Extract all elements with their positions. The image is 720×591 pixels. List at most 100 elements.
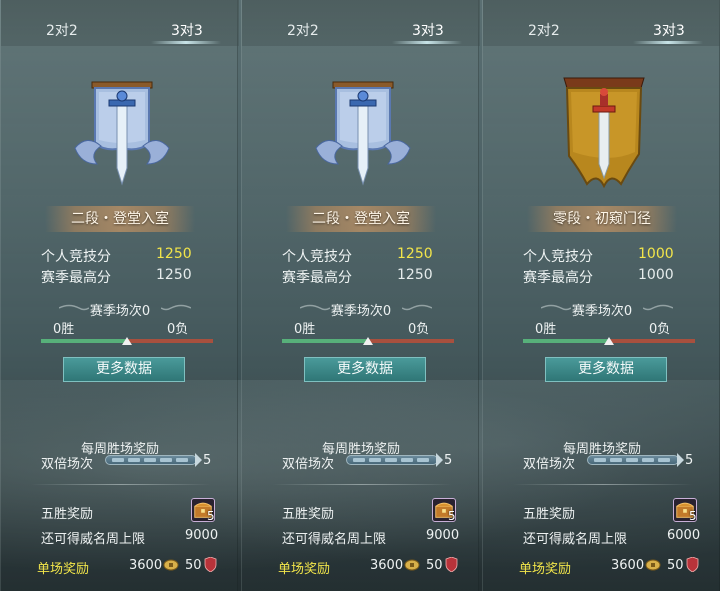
double-bar-segment: [401, 458, 413, 462]
single-match-honor: 50: [667, 558, 684, 573]
rank-emblem-icon: [315, 81, 411, 186]
wins-count: 0胜: [535, 322, 557, 337]
personal-score-value: 1250: [397, 246, 433, 262]
season-high-value: 1000: [638, 267, 674, 283]
five-win-reward-count: 5: [689, 509, 697, 523]
personal-score-label: 个人竞技分: [282, 249, 352, 265]
single-match-honor: 50: [185, 558, 202, 573]
ornament-right-icon: [643, 304, 673, 311]
double-matches-label: 双倍场次: [523, 457, 576, 472]
double-bar-segment: [160, 458, 172, 462]
double-matches-count: 5: [203, 453, 212, 468]
double-bar-segment: [385, 458, 397, 462]
season-high-value: 1250: [397, 267, 433, 283]
double-matches-bar: [346, 455, 438, 465]
divider: [513, 484, 693, 485]
ornament-right-icon: [402, 304, 432, 311]
weekly-limit-value: 9000: [426, 528, 460, 543]
rank-title: 二段・登堂入室: [286, 206, 436, 232]
mode-tabs: 2对2 3对3: [1, 0, 239, 46]
single-match-reward-label: 单场奖励: [278, 562, 331, 577]
rank-emblem-icon: [74, 81, 170, 186]
tab-2v2[interactable]: 2对2: [46, 20, 78, 40]
win-ratio-fill: [282, 339, 368, 343]
weekly-limit-value: 9000: [185, 528, 219, 543]
ratio-marker-icon: [122, 337, 132, 345]
coin-icon: [645, 559, 661, 571]
double-bar-segment: [610, 458, 622, 462]
mode-tabs: 2对2 3对3: [242, 0, 480, 46]
single-match-reward-label: 单场奖励: [37, 562, 90, 577]
divider: [31, 484, 211, 485]
tab-3v3[interactable]: 3对3: [171, 20, 203, 40]
tab-3v3[interactable]: 3对3: [412, 20, 444, 40]
double-bar-segment: [176, 458, 188, 462]
rank-title: 二段・登堂入室: [45, 206, 195, 232]
single-match-coins: 3600: [611, 558, 645, 573]
five-win-reward-label: 五胜奖励: [41, 507, 94, 522]
coin-icon: [404, 559, 420, 571]
double-bar-segment: [626, 458, 638, 462]
five-win-reward-count: 5: [448, 509, 456, 523]
honor-shield-icon: [686, 557, 699, 572]
loss-ratio-fill: [609, 339, 695, 343]
double-matches-label: 双倍场次: [282, 457, 335, 472]
arena-panel-1: 2对2 3对3 二段・登堂入室 个人竞技分 1250 赛季最高分 1250 赛季…: [0, 0, 239, 591]
season-high-label: 赛季最高分: [523, 270, 593, 286]
tab-3v3[interactable]: 3对3: [653, 20, 685, 40]
mode-tabs: 2对2 3对3: [483, 0, 720, 46]
double-matches-count: 5: [685, 453, 694, 468]
double-matches-bar: [105, 455, 197, 465]
double-bar-segment: [594, 458, 606, 462]
ratio-marker-icon: [363, 337, 373, 345]
season-high-label: 赛季最高分: [282, 270, 352, 286]
arrow-right-icon: [195, 453, 202, 467]
losses-count: 0负: [649, 322, 671, 337]
season-matches: 赛季场次0: [330, 304, 392, 319]
divider: [272, 484, 452, 485]
more-data-button[interactable]: 更多数据: [63, 357, 185, 382]
weekly-limit-value: 6000: [667, 528, 701, 543]
active-tab-indicator: [151, 41, 221, 44]
honor-shield-icon: [445, 557, 458, 572]
season-matches: 赛季场次0: [89, 304, 151, 319]
five-win-reward-label: 五胜奖励: [282, 507, 335, 522]
double-matches-label: 双倍场次: [41, 457, 94, 472]
personal-score-label: 个人竞技分: [41, 249, 111, 265]
ornament-right-icon: [161, 304, 191, 311]
tab-2v2[interactable]: 2对2: [287, 20, 319, 40]
active-tab-indicator: [633, 41, 703, 44]
wins-count: 0胜: [294, 322, 316, 337]
double-matches-count: 5: [444, 453, 453, 468]
arrow-right-icon: [436, 453, 443, 467]
active-tab-indicator: [392, 41, 462, 44]
single-match-honor: 50: [426, 558, 443, 573]
honor-shield-icon: [204, 557, 217, 572]
five-win-reward-label: 五胜奖励: [523, 507, 576, 522]
losses-count: 0负: [167, 322, 189, 337]
arena-panel-2: 2对2 3对3 二段・登堂入室 个人竞技分 1250 赛季最高分 1250 赛季…: [241, 0, 480, 591]
season-high-label: 赛季最高分: [41, 270, 111, 286]
more-data-button[interactable]: 更多数据: [304, 357, 426, 382]
five-win-reward-count: 5: [207, 509, 215, 523]
arena-panel-3: 2对2 3对3 零段・初窥门径 个人竞技分 1000 赛季最高分 1000 赛季…: [482, 0, 720, 591]
rank-emblem-icon: [563, 77, 645, 189]
weekly-limit-label: 还可得威名周上限: [41, 532, 146, 547]
more-data-button[interactable]: 更多数据: [545, 357, 667, 382]
ratio-marker-icon: [604, 337, 614, 345]
weekly-limit-label: 还可得威名周上限: [282, 532, 387, 547]
single-match-coins: 3600: [129, 558, 163, 573]
season-high-value: 1250: [156, 267, 192, 283]
double-bar-segment: [658, 458, 670, 462]
tab-2v2[interactable]: 2对2: [528, 20, 560, 40]
season-matches: 赛季场次0: [571, 304, 633, 319]
double-bar-segment: [353, 458, 365, 462]
personal-score-value: 1000: [638, 246, 674, 262]
losses-count: 0负: [408, 322, 430, 337]
single-match-reward-label: 单场奖励: [519, 562, 572, 577]
double-matches-bar: [587, 455, 679, 465]
wins-count: 0胜: [53, 322, 75, 337]
win-ratio-fill: [523, 339, 609, 343]
double-bar-segment: [417, 458, 429, 462]
coin-icon: [163, 559, 179, 571]
